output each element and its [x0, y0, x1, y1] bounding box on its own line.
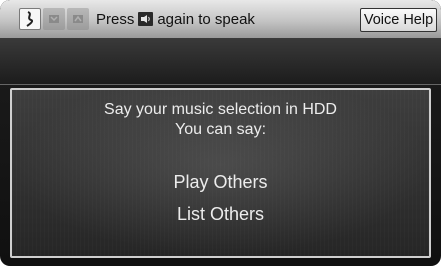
- instruction-line-1: Say your music selection in HDD: [104, 101, 337, 118]
- voice-command-panel: Say your music selection in HDD You can …: [10, 88, 431, 258]
- command-play-others[interactable]: Play Others: [12, 172, 429, 193]
- header-band: [0, 38, 441, 85]
- status-bar: Press again to speak Voice Help: [0, 0, 441, 38]
- voice-inactive-icon: [43, 8, 65, 30]
- prompt-text-after: again to speak: [157, 10, 255, 28]
- instruction-line-2: You can say:: [174, 121, 267, 138]
- voice-active-icon: [19, 8, 41, 30]
- voice-inactive-icon: [67, 8, 89, 30]
- speak-prompt: Press again to speak: [96, 8, 255, 30]
- voice-help-button[interactable]: Voice Help: [360, 8, 437, 32]
- prompt-text-before: Press: [96, 10, 135, 28]
- talk-button-icon: [138, 12, 154, 26]
- command-list-others[interactable]: List Others: [12, 204, 429, 225]
- navigation-screen: Press again to speak Voice Help Say your…: [0, 0, 441, 266]
